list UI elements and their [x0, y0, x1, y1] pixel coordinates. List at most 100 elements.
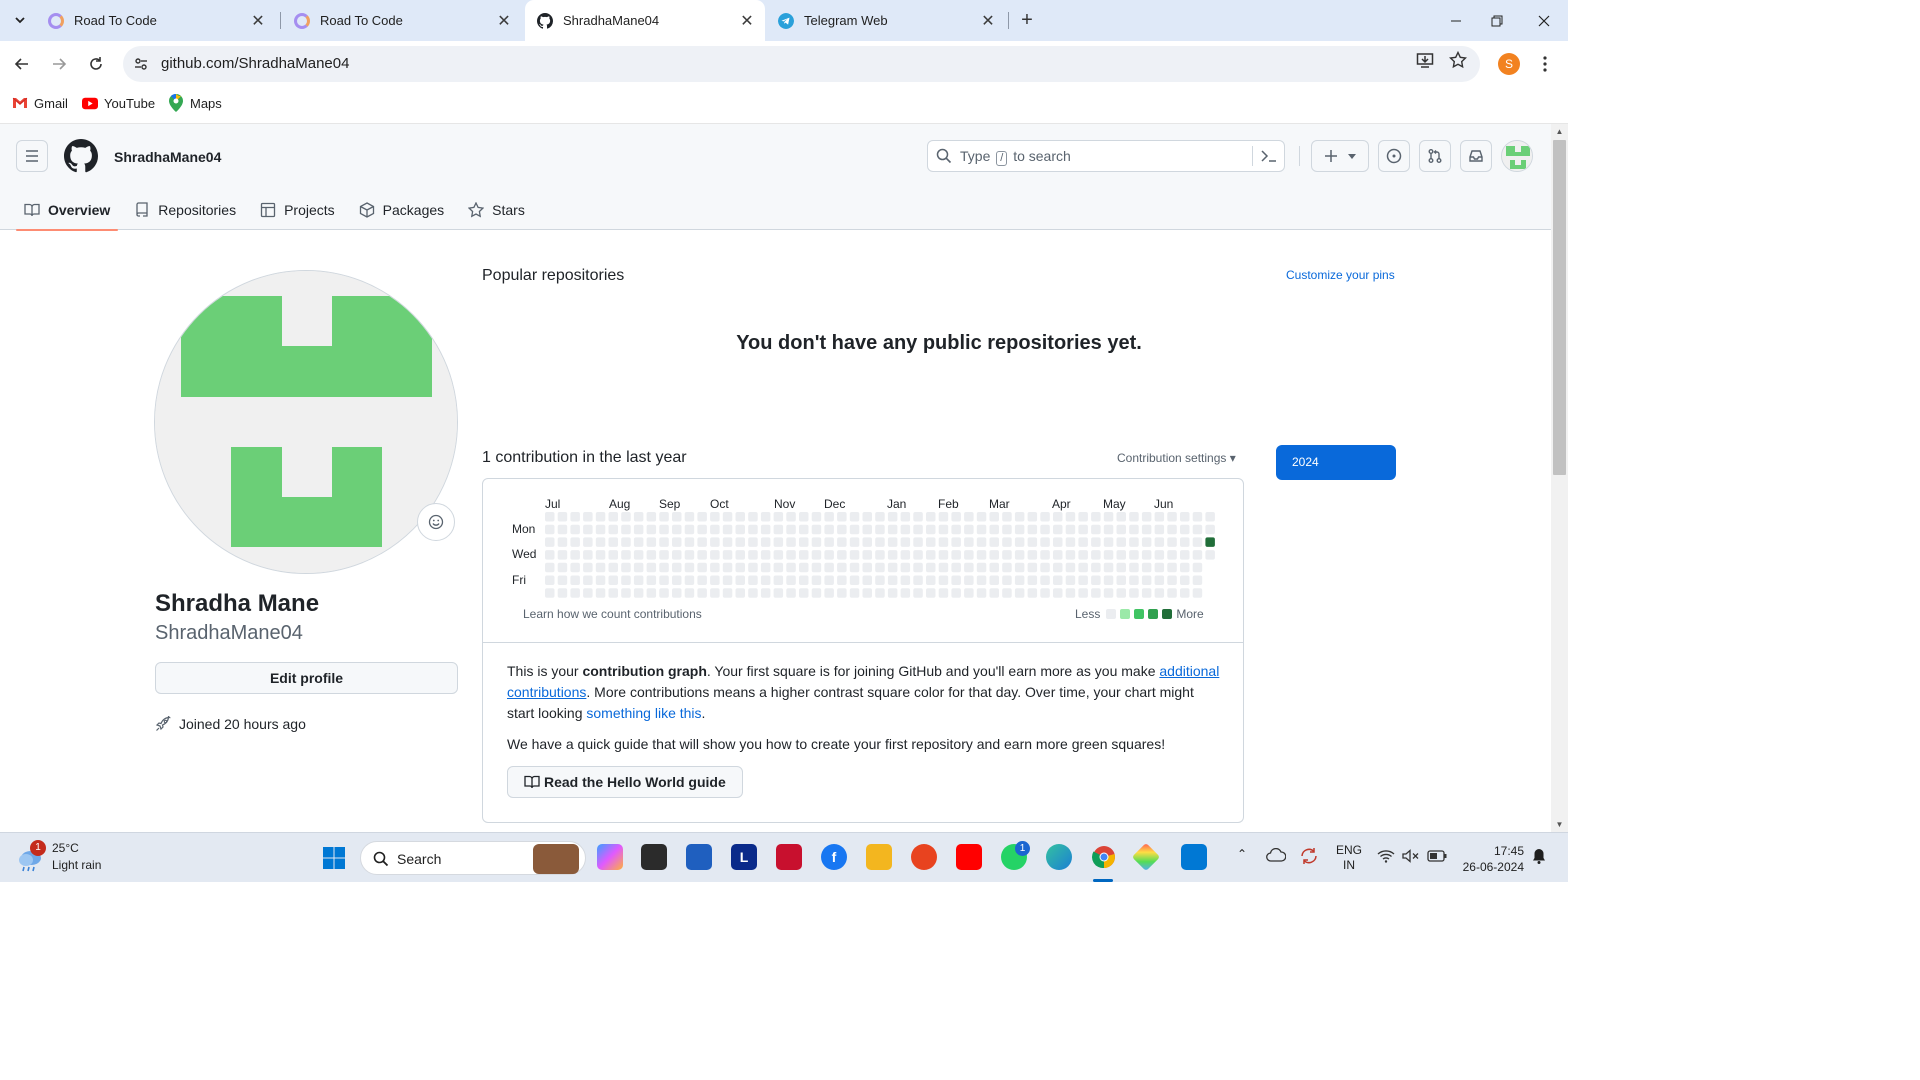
- pull-requests-button[interactable]: [1419, 140, 1451, 172]
- contribution-day[interactable]: [913, 588, 923, 598]
- close-tab-icon[interactable]: ✕: [737, 11, 757, 31]
- contribution-day[interactable]: [1192, 524, 1203, 535]
- contribution-day[interactable]: [989, 562, 1000, 573]
- contribution-day[interactable]: [595, 575, 606, 586]
- contribution-day[interactable]: [1129, 575, 1139, 586]
- taskbar-search-box[interactable]: Search: [360, 841, 586, 875]
- contribution-day[interactable]: [1078, 512, 1088, 522]
- chrome-profile-avatar[interactable]: S: [1498, 53, 1520, 75]
- contribution-day[interactable]: [1205, 524, 1215, 535]
- contribution-day[interactable]: [710, 562, 720, 573]
- contribution-day[interactable]: [722, 524, 733, 535]
- contribution-day[interactable]: [1053, 537, 1063, 547]
- contribution-day[interactable]: [621, 588, 631, 598]
- contribution-day[interactable]: [1180, 575, 1190, 586]
- restore-button[interactable]: [1474, 0, 1520, 41]
- contribution-day[interactable]: [799, 575, 809, 586]
- contribution-day[interactable]: [697, 588, 707, 598]
- contribution-day[interactable]: [849, 537, 860, 547]
- contribution-day[interactable]: [837, 575, 847, 586]
- system-clock[interactable]: 17:45 26-06-2024: [1458, 843, 1524, 875]
- contribution-day[interactable]: [837, 550, 847, 560]
- new-tab-button[interactable]: +: [1015, 9, 1039, 33]
- contribution-day[interactable]: [735, 550, 746, 560]
- year-2024-button[interactable]: 2024: [1276, 445, 1396, 480]
- contribution-day[interactable]: [1091, 524, 1101, 535]
- contribution-day[interactable]: [633, 537, 644, 547]
- install-app-icon[interactable]: [1414, 49, 1436, 71]
- contribution-day[interactable]: [964, 575, 974, 586]
- contribution-day[interactable]: [633, 575, 644, 586]
- contribution-day[interactable]: [1078, 575, 1088, 586]
- contribution-day[interactable]: [1014, 550, 1025, 560]
- contribution-day[interactable]: [964, 524, 974, 535]
- contribution-day[interactable]: [887, 524, 898, 535]
- contribution-day[interactable]: [1091, 537, 1101, 547]
- contribution-day[interactable]: [722, 512, 733, 522]
- open-global-nav-button[interactable]: [16, 140, 48, 172]
- contribution-day-active[interactable]: [1205, 537, 1215, 547]
- contribution-day[interactable]: [735, 588, 746, 598]
- contribution-day[interactable]: [595, 588, 606, 598]
- contribution-day[interactable]: [1027, 537, 1038, 547]
- contribution-day[interactable]: [1091, 512, 1101, 522]
- contribution-day[interactable]: [570, 562, 580, 573]
- contribution-day[interactable]: [951, 550, 961, 560]
- contribution-day[interactable]: [976, 524, 987, 535]
- contribution-day[interactable]: [1027, 562, 1038, 573]
- contribution-day[interactable]: [900, 562, 911, 573]
- contribution-day[interactable]: [1040, 588, 1050, 598]
- hello-world-guide-button[interactable]: Read the Hello World guide: [507, 766, 743, 798]
- contribution-day[interactable]: [786, 524, 796, 535]
- contribution-day[interactable]: [1103, 512, 1114, 522]
- contribution-day[interactable]: [1091, 588, 1101, 598]
- context-username[interactable]: ShradhaMane04: [114, 149, 221, 165]
- contribution-day[interactable]: [989, 588, 1000, 598]
- contribution-day[interactable]: [875, 575, 885, 586]
- contribution-day[interactable]: [1154, 588, 1165, 598]
- contribution-day[interactable]: [672, 512, 682, 522]
- contribution-day[interactable]: [811, 550, 822, 560]
- contribution-day[interactable]: [621, 524, 631, 535]
- contribution-day[interactable]: [824, 588, 834, 598]
- contribution-day[interactable]: [646, 537, 657, 547]
- contribution-day[interactable]: [1167, 550, 1177, 560]
- contribution-day[interactable]: [646, 524, 657, 535]
- contribution-day[interactable]: [659, 588, 669, 598]
- bookmark-maps[interactable]: Maps: [168, 94, 222, 112]
- close-tab-icon[interactable]: ✕: [248, 11, 268, 31]
- contribution-day[interactable]: [951, 512, 961, 522]
- contribution-day[interactable]: [1014, 537, 1025, 547]
- contribution-day[interactable]: [989, 537, 1000, 547]
- contribution-day[interactable]: [659, 562, 669, 573]
- contribution-day[interactable]: [1180, 562, 1190, 573]
- contribution-day[interactable]: [799, 588, 809, 598]
- contribution-day[interactable]: [1091, 550, 1101, 560]
- contribution-day[interactable]: [773, 588, 784, 598]
- contribution-day[interactable]: [583, 588, 593, 598]
- contribution-day[interactable]: [1192, 575, 1203, 586]
- contribution-day[interactable]: [735, 575, 746, 586]
- profile-avatar[interactable]: [154, 270, 458, 574]
- contribution-day[interactable]: [1065, 588, 1076, 598]
- contribution-day[interactable]: [1154, 512, 1165, 522]
- contribution-day[interactable]: [976, 575, 987, 586]
- contribution-day[interactable]: [545, 575, 555, 586]
- contribution-day[interactable]: [976, 512, 987, 522]
- site-settings-icon[interactable]: [131, 54, 151, 74]
- contribution-day[interactable]: [976, 550, 987, 560]
- tab-stars[interactable]: Stars: [460, 190, 533, 230]
- copilot-app-icon[interactable]: [597, 844, 623, 870]
- contribution-day[interactable]: [570, 575, 580, 586]
- contribution-day[interactable]: [849, 512, 860, 522]
- bookmark-youtube[interactable]: YouTube: [82, 95, 155, 111]
- contribution-day[interactable]: [748, 562, 758, 573]
- facebook-icon[interactable]: f: [821, 844, 847, 870]
- contribution-day[interactable]: [1065, 512, 1076, 522]
- contribution-day[interactable]: [913, 512, 923, 522]
- contribution-day[interactable]: [684, 562, 695, 573]
- scroll-down-arrow-icon[interactable]: ▼: [1555, 820, 1564, 829]
- contribution-day[interactable]: [887, 550, 898, 560]
- contribution-day[interactable]: [1129, 537, 1139, 547]
- contribution-day[interactable]: [900, 537, 911, 547]
